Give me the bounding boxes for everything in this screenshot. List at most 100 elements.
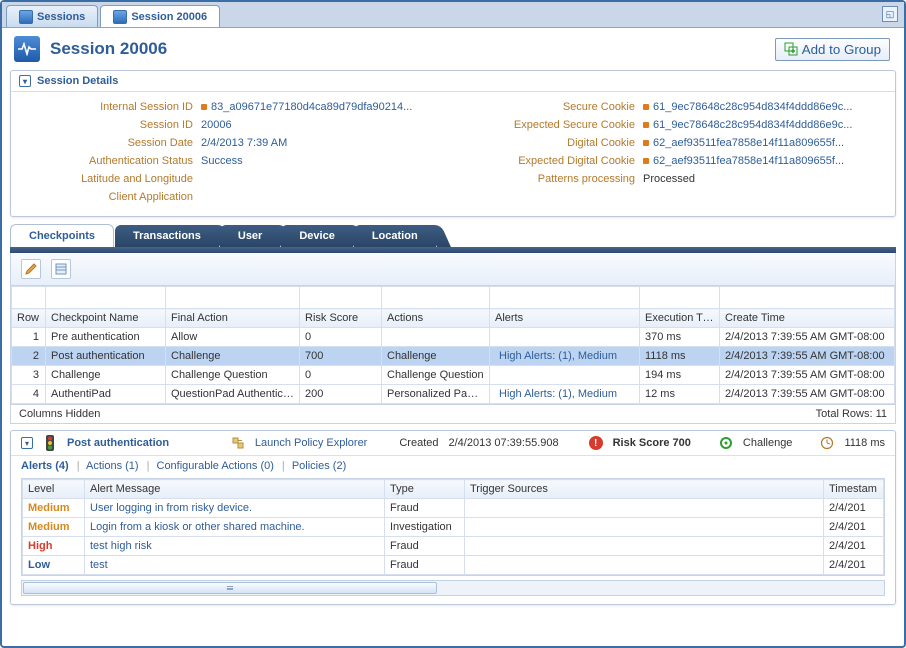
column-header[interactable]: Alert Message	[85, 480, 385, 499]
table-row[interactable]: MediumLogin from a kiosk or other shared…	[23, 518, 884, 537]
cell: Challenge	[382, 347, 490, 366]
alert-message[interactable]: Login from a kiosk or other shared machi…	[85, 518, 385, 537]
sub-tab-actions[interactable]: Actions (1)	[86, 460, 139, 472]
column-header[interactable]: Execution Time	[640, 309, 720, 328]
cell: Allow	[166, 328, 300, 347]
sub-tab-policies[interactable]: Policies (2)	[292, 460, 346, 472]
table-row[interactable]: 1Pre authenticationAllow0370 ms2/4/2013 …	[12, 328, 895, 347]
filter-cell[interactable]	[640, 287, 720, 309]
status-dot-icon	[643, 104, 649, 110]
detail-row: Patterns processingProcessed	[463, 170, 885, 188]
detail-row: Expected Secure Cookie61_9ec78648c28c954…	[463, 116, 885, 134]
table-row[interactable]: 3ChallengeChallenge Question0Challenge Q…	[12, 366, 895, 385]
tab-sessions[interactable]: Sessions	[6, 5, 98, 27]
cell: 194 ms	[640, 366, 720, 385]
horizontal-scrollbar[interactable]	[21, 580, 885, 596]
alert-trigger	[465, 518, 824, 537]
edit-tool-button[interactable]	[21, 259, 41, 279]
detail-label: Patterns processing	[463, 173, 643, 185]
column-header[interactable]: Level	[23, 480, 85, 499]
cell: 1118 ms	[640, 347, 720, 366]
alert-message[interactable]: test	[85, 556, 385, 575]
tab-device[interactable]: Device	[281, 225, 352, 247]
details-left-column: Internal Session ID83_a09671e77180d4ca89…	[21, 98, 443, 206]
add-to-group-button[interactable]: Add to Group	[775, 38, 890, 61]
cell	[490, 366, 640, 385]
column-header[interactable]: Trigger Sources	[465, 480, 824, 499]
column-header[interactable]: Create Time	[720, 309, 895, 328]
alert-message[interactable]: test high risk	[85, 537, 385, 556]
detail-label: Session Date	[21, 137, 201, 149]
cell: 2/4/2013 7:39:55 AM GMT-08:00	[720, 385, 895, 404]
column-header[interactable]: Alerts	[490, 309, 640, 328]
view-tool-button[interactable]	[51, 259, 71, 279]
grid-toolbar	[10, 253, 896, 285]
cell: Challenge Question	[166, 366, 300, 385]
filter-cell[interactable]	[490, 287, 640, 309]
cell: High Alerts: (1), Medium	[490, 347, 640, 366]
status-dot-icon	[643, 158, 649, 164]
session-icon	[113, 10, 127, 24]
table-row[interactable]: Hightest high riskFraud2/4/201	[23, 537, 884, 556]
detail-label: Expected Secure Cookie	[463, 119, 643, 131]
table-row[interactable]: MediumUser logging in from risky device.…	[23, 499, 884, 518]
detail-row: Client Application	[21, 188, 443, 206]
scrollbar-thumb[interactable]	[23, 582, 437, 594]
alert-level: Medium	[23, 518, 85, 537]
challenge-label: Challenge	[743, 437, 793, 449]
chevron-down-icon[interactable]: ▾	[21, 437, 33, 449]
detail-row: Expected Digital Cookie62_aef93511fea785…	[463, 152, 885, 170]
sub-tab-alerts[interactable]: Alerts (4)	[21, 460, 69, 472]
column-header[interactable]: Risk Score	[300, 309, 382, 328]
total-rows-label: Total Rows: 11	[816, 408, 887, 420]
tab-session-detail[interactable]: Session 20006	[100, 5, 220, 27]
filter-cell[interactable]	[12, 287, 46, 309]
column-header[interactable]: Checkpoint Name	[46, 309, 166, 328]
column-header[interactable]: Row	[12, 309, 46, 328]
alert-type: Fraud	[385, 556, 465, 575]
tab-user[interactable]: User	[220, 225, 280, 247]
cell	[382, 328, 490, 347]
tab-location[interactable]: Location	[354, 225, 436, 247]
column-header[interactable]: Timestam	[824, 480, 884, 499]
tab-transactions[interactable]: Transactions	[115, 225, 219, 247]
cell	[490, 328, 640, 347]
alerts-header-row: LevelAlert MessageTypeTrigger SourcesTim…	[23, 480, 884, 499]
detail-value: Success	[201, 155, 243, 167]
detail-value: 2/4/2013 7:39 AM	[201, 137, 287, 149]
alert-trigger	[465, 499, 824, 518]
filter-cell[interactable]	[166, 287, 300, 309]
column-header[interactable]: Type	[385, 480, 465, 499]
detail-value: 62_aef93511fea7858e14f11a809655f...	[643, 137, 844, 149]
detail-row: Digital Cookie62_aef93511fea7858e14f11a8…	[463, 134, 885, 152]
cell: High Alerts: (1), Medium	[490, 385, 640, 404]
cell: 200	[300, 385, 382, 404]
tab-checkpoints[interactable]: Checkpoints	[10, 224, 114, 247]
tab-label: Session 20006	[131, 11, 207, 23]
cell: 2/4/2013 7:39:55 AM GMT-08:00	[720, 366, 895, 385]
cell: 0	[300, 328, 382, 347]
table-row[interactable]: LowtestFraud2/4/201	[23, 556, 884, 575]
table-row[interactable]: 2Post authenticationChallenge700Challeng…	[12, 347, 895, 366]
cell: 1	[12, 328, 46, 347]
column-header[interactable]: Final Action	[166, 309, 300, 328]
filter-cell[interactable]	[300, 287, 382, 309]
sub-tab-configurable[interactable]: Configurable Actions (0)	[157, 460, 274, 472]
alert-timestamp: 2/4/201	[824, 518, 884, 537]
filter-cell[interactable]	[720, 287, 895, 309]
restore-window-button[interactable]: ◱	[882, 6, 898, 22]
session-details-header[interactable]: ▾ Session Details	[11, 71, 895, 92]
table-row[interactable]: 4AuthentiPadQuestionPad Authenticator200…	[12, 385, 895, 404]
filter-cell[interactable]	[382, 287, 490, 309]
filter-cell[interactable]	[46, 287, 166, 309]
column-header[interactable]: Actions	[382, 309, 490, 328]
window-tabs: Sessions Session 20006 ◱	[2, 2, 904, 28]
inner-tabs-container: CheckpointsTransactionsUserDeviceLocatio…	[10, 221, 896, 285]
detail-row: Secure Cookie61_9ec78648c28c954d834f4ddd…	[463, 98, 885, 116]
alert-message[interactable]: User logging in from risky device.	[85, 499, 385, 518]
detail-value: 83_a09671e77180d4ca89d79dfa90214...	[201, 101, 412, 113]
launch-policy-explorer-link[interactable]: Launch Policy Explorer	[255, 437, 368, 449]
policy-explorer-icon	[231, 436, 245, 450]
detail-value: 61_9ec78648c28c954d834f4ddd86e9c...	[643, 119, 852, 131]
clock-icon	[820, 436, 834, 450]
